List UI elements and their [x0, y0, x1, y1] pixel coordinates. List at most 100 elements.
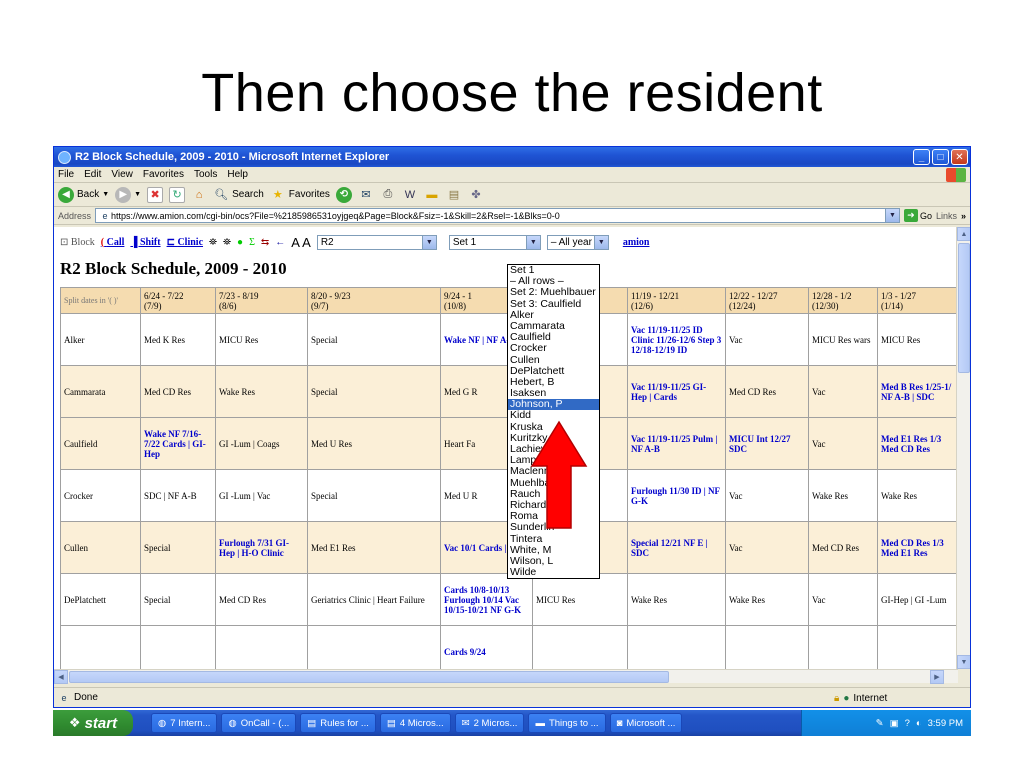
set-select[interactable]: Set 1 ▼ — [448, 234, 541, 250]
scroll-down-icon[interactable]: ▼ — [957, 655, 970, 669]
binoculars-icon[interactable]: ⛯ — [209, 237, 217, 248]
scroll-right-icon[interactable]: ▶ — [930, 670, 944, 684]
schedule-cell[interactable] — [877, 625, 958, 669]
schedule-cell[interactable] — [215, 625, 308, 669]
menu-favorites[interactable]: Favorites — [143, 169, 184, 180]
schedule-cell[interactable]: Wake NF 7/16-7/22 Cards | GI-Hep — [140, 417, 216, 470]
clinic-link[interactable]: ⊏ Clinic — [167, 237, 203, 248]
schedule-cell[interactable] — [307, 625, 441, 669]
scroll-thumb[interactable] — [958, 243, 970, 373]
schedule-cell[interactable]: Special — [307, 469, 441, 522]
taskbar-task[interactable]: ✉ 2 Micros... — [454, 713, 525, 733]
menu-help[interactable]: Help — [227, 169, 248, 180]
schedule-cell[interactable]: Med CD Res 1/3 Med E1 Res — [877, 521, 958, 574]
column-header[interactable]: 1/3 - 1/27 (1/14) — [877, 287, 958, 314]
horizontal-scrollbar[interactable]: ◀ ▶ — [54, 669, 958, 684]
tray-icon[interactable]: ? — [905, 718, 910, 729]
dot-icon[interactable]: ● — [237, 237, 243, 248]
vertical-scrollbar[interactable]: ▲ ▼ — [956, 227, 970, 669]
forward-button[interactable]: ▶ ▼ — [115, 186, 141, 203]
maximize-button[interactable]: □ — [932, 149, 949, 165]
schedule-cell[interactable]: Wake Res — [808, 469, 878, 522]
minimize-button[interactable]: _ — [913, 149, 930, 165]
schedule-cell[interactable]: Vac 11/19-11/25 Pulm | NF A-B — [627, 417, 726, 470]
schedule-cell[interactable]: Special — [140, 573, 216, 626]
schedule-cell[interactable] — [532, 625, 628, 669]
sigma-icon[interactable]: Σ — [249, 237, 255, 248]
block-link[interactable]: ⊡ Block — [60, 237, 95, 248]
schedule-cell[interactable]: Vac — [808, 573, 878, 626]
schedule-cell[interactable] — [808, 625, 878, 669]
home-icon[interactable]: ⌂ — [191, 187, 207, 203]
tray-icon[interactable]: ✎ — [876, 718, 884, 729]
schedule-cell[interactable]: MICU Res — [877, 313, 958, 366]
schedule-cell[interactable]: Vac — [808, 365, 878, 418]
amion-link[interactable]: amion — [623, 237, 650, 248]
window-titlebar[interactable]: R2 Block Schedule, 2009 - 2010 - Microso… — [54, 147, 970, 167]
schedule-cell[interactable]: Vac 11/19-11/25 GI-Hep | Cards — [627, 365, 726, 418]
dropdown-option[interactable]: Set 2: Muehlbauer — [508, 287, 599, 298]
column-header[interactable]: 6/24 - 7/22 (7/9) — [140, 287, 216, 314]
group-icon[interactable]: ⛯ — [223, 237, 231, 248]
schedule-cell[interactable]: GI -Lum | Coags — [215, 417, 308, 470]
menu-tools[interactable]: Tools — [194, 169, 217, 180]
resident-name-cell[interactable]: Caulfield — [60, 417, 141, 470]
scroll-left-icon[interactable]: ◀ — [54, 670, 68, 684]
scroll-up-icon[interactable]: ▲ — [957, 227, 970, 241]
column-header[interactable]: 8/20 - 9/23 (9/7) — [307, 287, 441, 314]
resident-name-cell[interactable]: Cullen — [60, 521, 141, 574]
schedule-cell[interactable]: Wake Res — [627, 573, 726, 626]
scroll-thumb[interactable] — [69, 671, 669, 683]
level-select[interactable]: R2 ▼ — [316, 234, 437, 250]
schedule-cell[interactable]: Med E1 Res 1/3 Med CD Res — [877, 417, 958, 470]
schedule-cell[interactable]: Med CD Res — [808, 521, 878, 574]
favorites-button[interactable]: ★ Favorites — [270, 187, 330, 203]
schedule-cell[interactable]: Med K Res — [140, 313, 216, 366]
column-header[interactable]: 12/22 - 12/27 (12/24) — [725, 287, 809, 314]
messenger-icon[interactable]: ✤ — [468, 187, 484, 203]
column-header[interactable]: 7/23 - 8/19 (8/6) — [215, 287, 308, 314]
chevron-down-icon[interactable]: ▼ — [884, 209, 899, 222]
resident-name-cell[interactable]: DePlatchett — [60, 573, 141, 626]
research-icon[interactable]: ▤ — [446, 187, 462, 203]
schedule-cell[interactable]: Med U Res — [307, 417, 441, 470]
schedule-cell[interactable] — [725, 625, 809, 669]
schedule-cell[interactable]: Special — [307, 313, 441, 366]
schedule-cell[interactable]: Med CD Res — [140, 365, 216, 418]
schedule-cell[interactable]: GI -Lum | Vac — [215, 469, 308, 522]
start-button[interactable]: ❖ start — [53, 710, 133, 736]
period-select[interactable]: – All year – ▼ — [546, 234, 609, 250]
menu-file[interactable]: File — [58, 169, 74, 180]
schedule-cell[interactable]: Special — [307, 365, 441, 418]
go-button[interactable]: ➜ Go — [903, 209, 932, 222]
dropdown-option[interactable]: Wilde — [508, 566, 599, 578]
menu-edit[interactable]: Edit — [84, 169, 101, 180]
column-header[interactable]: 12/28 - 1/2 (12/30) — [808, 287, 878, 314]
schedule-cell[interactable]: Med CD Res — [725, 365, 809, 418]
schedule-cell[interactable]: Wake Res — [725, 573, 809, 626]
tray-icon[interactable]: ▣ — [890, 718, 899, 729]
font-size-toggle[interactable]: A A — [291, 235, 311, 250]
call-link[interactable]: ( Call — [101, 237, 125, 248]
folder-icon[interactable]: ▬ — [424, 187, 440, 203]
resident-name-cell[interactable]: Cammarata — [60, 365, 141, 418]
schedule-cell[interactable]: MICU Res — [532, 573, 628, 626]
swap-icon[interactable]: ⇆ — [261, 237, 269, 248]
schedule-cell[interactable] — [627, 625, 726, 669]
schedule-cell[interactable]: GI-Hep | GI -Lum — [877, 573, 958, 626]
schedule-cell[interactable]: Med CD Res — [215, 573, 308, 626]
taskbar-task[interactable]: ▤ 4 Micros... — [379, 713, 451, 733]
menu-view[interactable]: View — [111, 169, 133, 180]
address-input[interactable]: e https://www.amion.com/cgi-bin/ocs?File… — [95, 208, 900, 223]
taskbar-task[interactable]: ◍ 7 Intern... — [151, 713, 218, 733]
print-icon[interactable]: ⎙ — [380, 187, 396, 203]
dropdown-option[interactable]: Cullen — [508, 354, 599, 366]
edit-icon[interactable]: W — [402, 187, 418, 203]
schedule-cell[interactable]: Cards 10/8-10/13 Furlough 10/14 Vac 10/1… — [440, 573, 533, 626]
schedule-cell[interactable]: Vac 11/19-11/25 ID Clinic 11/26-12/6 Ste… — [627, 313, 726, 366]
column-header[interactable]: 11/19 - 12/21 (12/6) — [627, 287, 726, 314]
schedule-cell[interactable]: Med B Res 1/25-1/ NF A-B | SDC — [877, 365, 958, 418]
volume-icon[interactable]: ◐ — [916, 718, 922, 729]
schedule-cell[interactable]: Furlough 11/30 ID | NF G-K — [627, 469, 726, 522]
schedule-cell[interactable]: Wake Res — [877, 469, 958, 522]
